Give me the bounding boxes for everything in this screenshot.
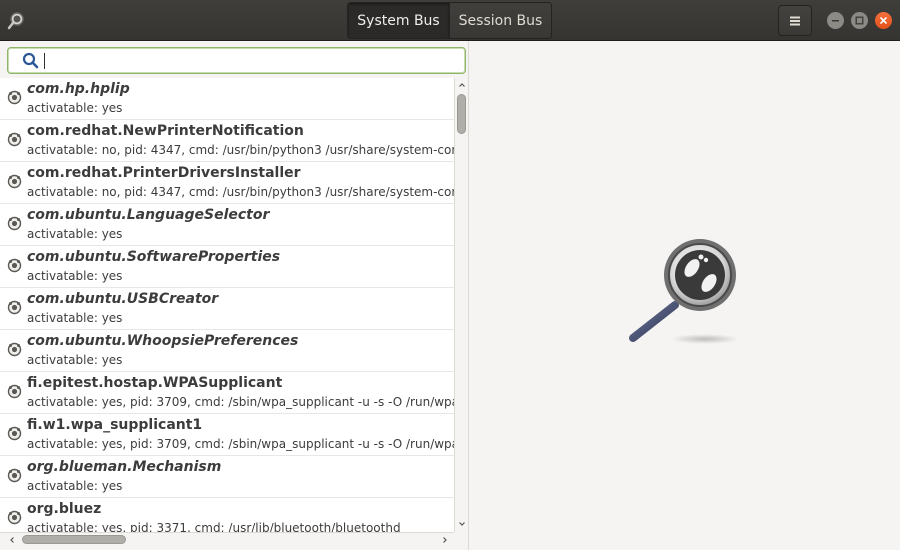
dbus-bus-icon [7, 426, 22, 441]
dbus-bus-icon [7, 468, 22, 483]
dbus-bus-icon [7, 258, 22, 273]
details-pane [468, 41, 900, 550]
bus-name-list[interactable]: com.hp.hplip activatable: yes com.redhat.N… [0, 78, 454, 532]
maximize-button[interactable] [851, 12, 868, 29]
tab-system-bus[interactable]: System Bus [348, 3, 449, 38]
close-icon [879, 16, 888, 25]
bus-name-label: com.hp.hplip [27, 81, 130, 97]
list-item[interactable]: com.ubuntu.LanguageSelector activatable: … [0, 204, 454, 246]
bus-name-info: activatable: yes [27, 227, 123, 241]
bus-name-label: com.ubuntu.WhoopsiePreferences [27, 333, 299, 349]
list-item[interactable]: com.ubuntu.WhoopsiePreferences activatabl… [0, 330, 454, 372]
scroll-left-icon[interactable] [8, 536, 16, 544]
header-bar: System Bus Session Bus [0, 0, 900, 41]
list-item[interactable]: com.ubuntu.USBCreator activatable: yes [0, 288, 454, 330]
bus-name-info: activatable: no, pid: 4347, cmd: /usr/bi… [27, 185, 454, 199]
dbus-bus-icon [7, 510, 22, 525]
horizontal-scrollbar[interactable] [0, 532, 454, 546]
hamburger-menu-icon [790, 16, 800, 25]
list-item[interactable]: com.hp.hplip activatable: yes [0, 78, 454, 120]
bus-name-label: org.bluez [27, 501, 102, 517]
close-button[interactable] [875, 12, 892, 29]
bus-name-info: activatable: yes [27, 311, 123, 325]
list-item[interactable]: fi.epitest.hostap.WPASupplicant activatab… [0, 372, 454, 414]
bus-name-label: com.ubuntu.LanguageSelector [27, 207, 270, 223]
search-input[interactable] [7, 47, 466, 74]
dbus-bus-icon [7, 132, 22, 147]
dbus-bus-icon [7, 342, 22, 357]
bus-name-info: activatable: yes, pid: 3709, cmd: /sbin/… [27, 395, 454, 409]
list-item[interactable]: fi.w1.wpa_supplicant1 activatable: yes, p… [0, 414, 454, 456]
minimize-icon [832, 20, 839, 22]
scroll-down-icon[interactable] [458, 520, 466, 528]
bus-name-label: fi.epitest.hostap.WPASupplicant [27, 375, 283, 391]
scroll-right-icon[interactable] [441, 536, 449, 544]
menu-button[interactable] [778, 5, 812, 36]
list-item[interactable]: com.ubuntu.SoftwareProperties activatable… [0, 246, 454, 288]
search-icon [22, 52, 39, 69]
list-item[interactable]: org.blueman.Mechanism activatable: yes [0, 456, 454, 498]
scroll-up-icon[interactable] [458, 81, 466, 89]
magnifier-footprint-icon [7, 12, 24, 30]
dbus-bus-icon [7, 90, 22, 105]
bus-name-info: activatable: yes [27, 101, 123, 115]
bus-name-label: com.ubuntu.SoftwareProperties [27, 249, 281, 265]
bus-name-label: com.redhat.PrinterDriversInstaller [27, 165, 301, 181]
maximize-icon [855, 16, 864, 25]
bus-switcher: System Bus Session Bus [347, 2, 552, 39]
vertical-scrollbar[interactable] [454, 78, 468, 532]
vertical-scrollbar-thumb[interactable] [457, 94, 466, 134]
list-item[interactable]: org.bluez activatable: yes, pid: 3371, cm… [0, 498, 454, 532]
bus-name-label: org.blueman.Mechanism [27, 459, 222, 475]
bus-name-label: fi.w1.wpa_supplicant1 [27, 417, 203, 433]
list-item[interactable]: com.redhat.NewPrinterNotification activat… [0, 120, 454, 162]
bus-name-info: activatable: yes [27, 269, 123, 283]
bus-name-info: activatable: yes, pid: 3371, cmd: /usr/l… [27, 521, 401, 532]
dbus-bus-icon [7, 216, 22, 231]
bus-name-info: activatable: yes [27, 479, 123, 493]
dbus-bus-icon [7, 300, 22, 315]
d-feet-logo-icon [629, 239, 739, 344]
bus-name-info: activatable: yes, pid: 3709, cmd: /sbin/… [27, 437, 454, 451]
text-cursor [44, 53, 45, 69]
bus-name-info: activatable: no, pid: 4347, cmd: /usr/bi… [27, 143, 454, 157]
horizontal-scrollbar-thumb[interactable] [22, 535, 126, 544]
dbus-bus-icon [7, 384, 22, 399]
list-item[interactable]: com.redhat.PrinterDriversInstaller activa… [0, 162, 454, 204]
bus-name-label: com.redhat.NewPrinterNotification [27, 123, 304, 139]
bus-name-pane: com.hp.hplip activatable: yes com.redhat.N… [0, 41, 468, 550]
bus-name-info: activatable: yes [27, 353, 123, 367]
dbus-bus-icon [7, 174, 22, 189]
bus-name-label: com.ubuntu.USBCreator [27, 291, 219, 307]
tab-session-bus[interactable]: Session Bus [449, 3, 551, 38]
minimize-button[interactable] [827, 12, 844, 29]
